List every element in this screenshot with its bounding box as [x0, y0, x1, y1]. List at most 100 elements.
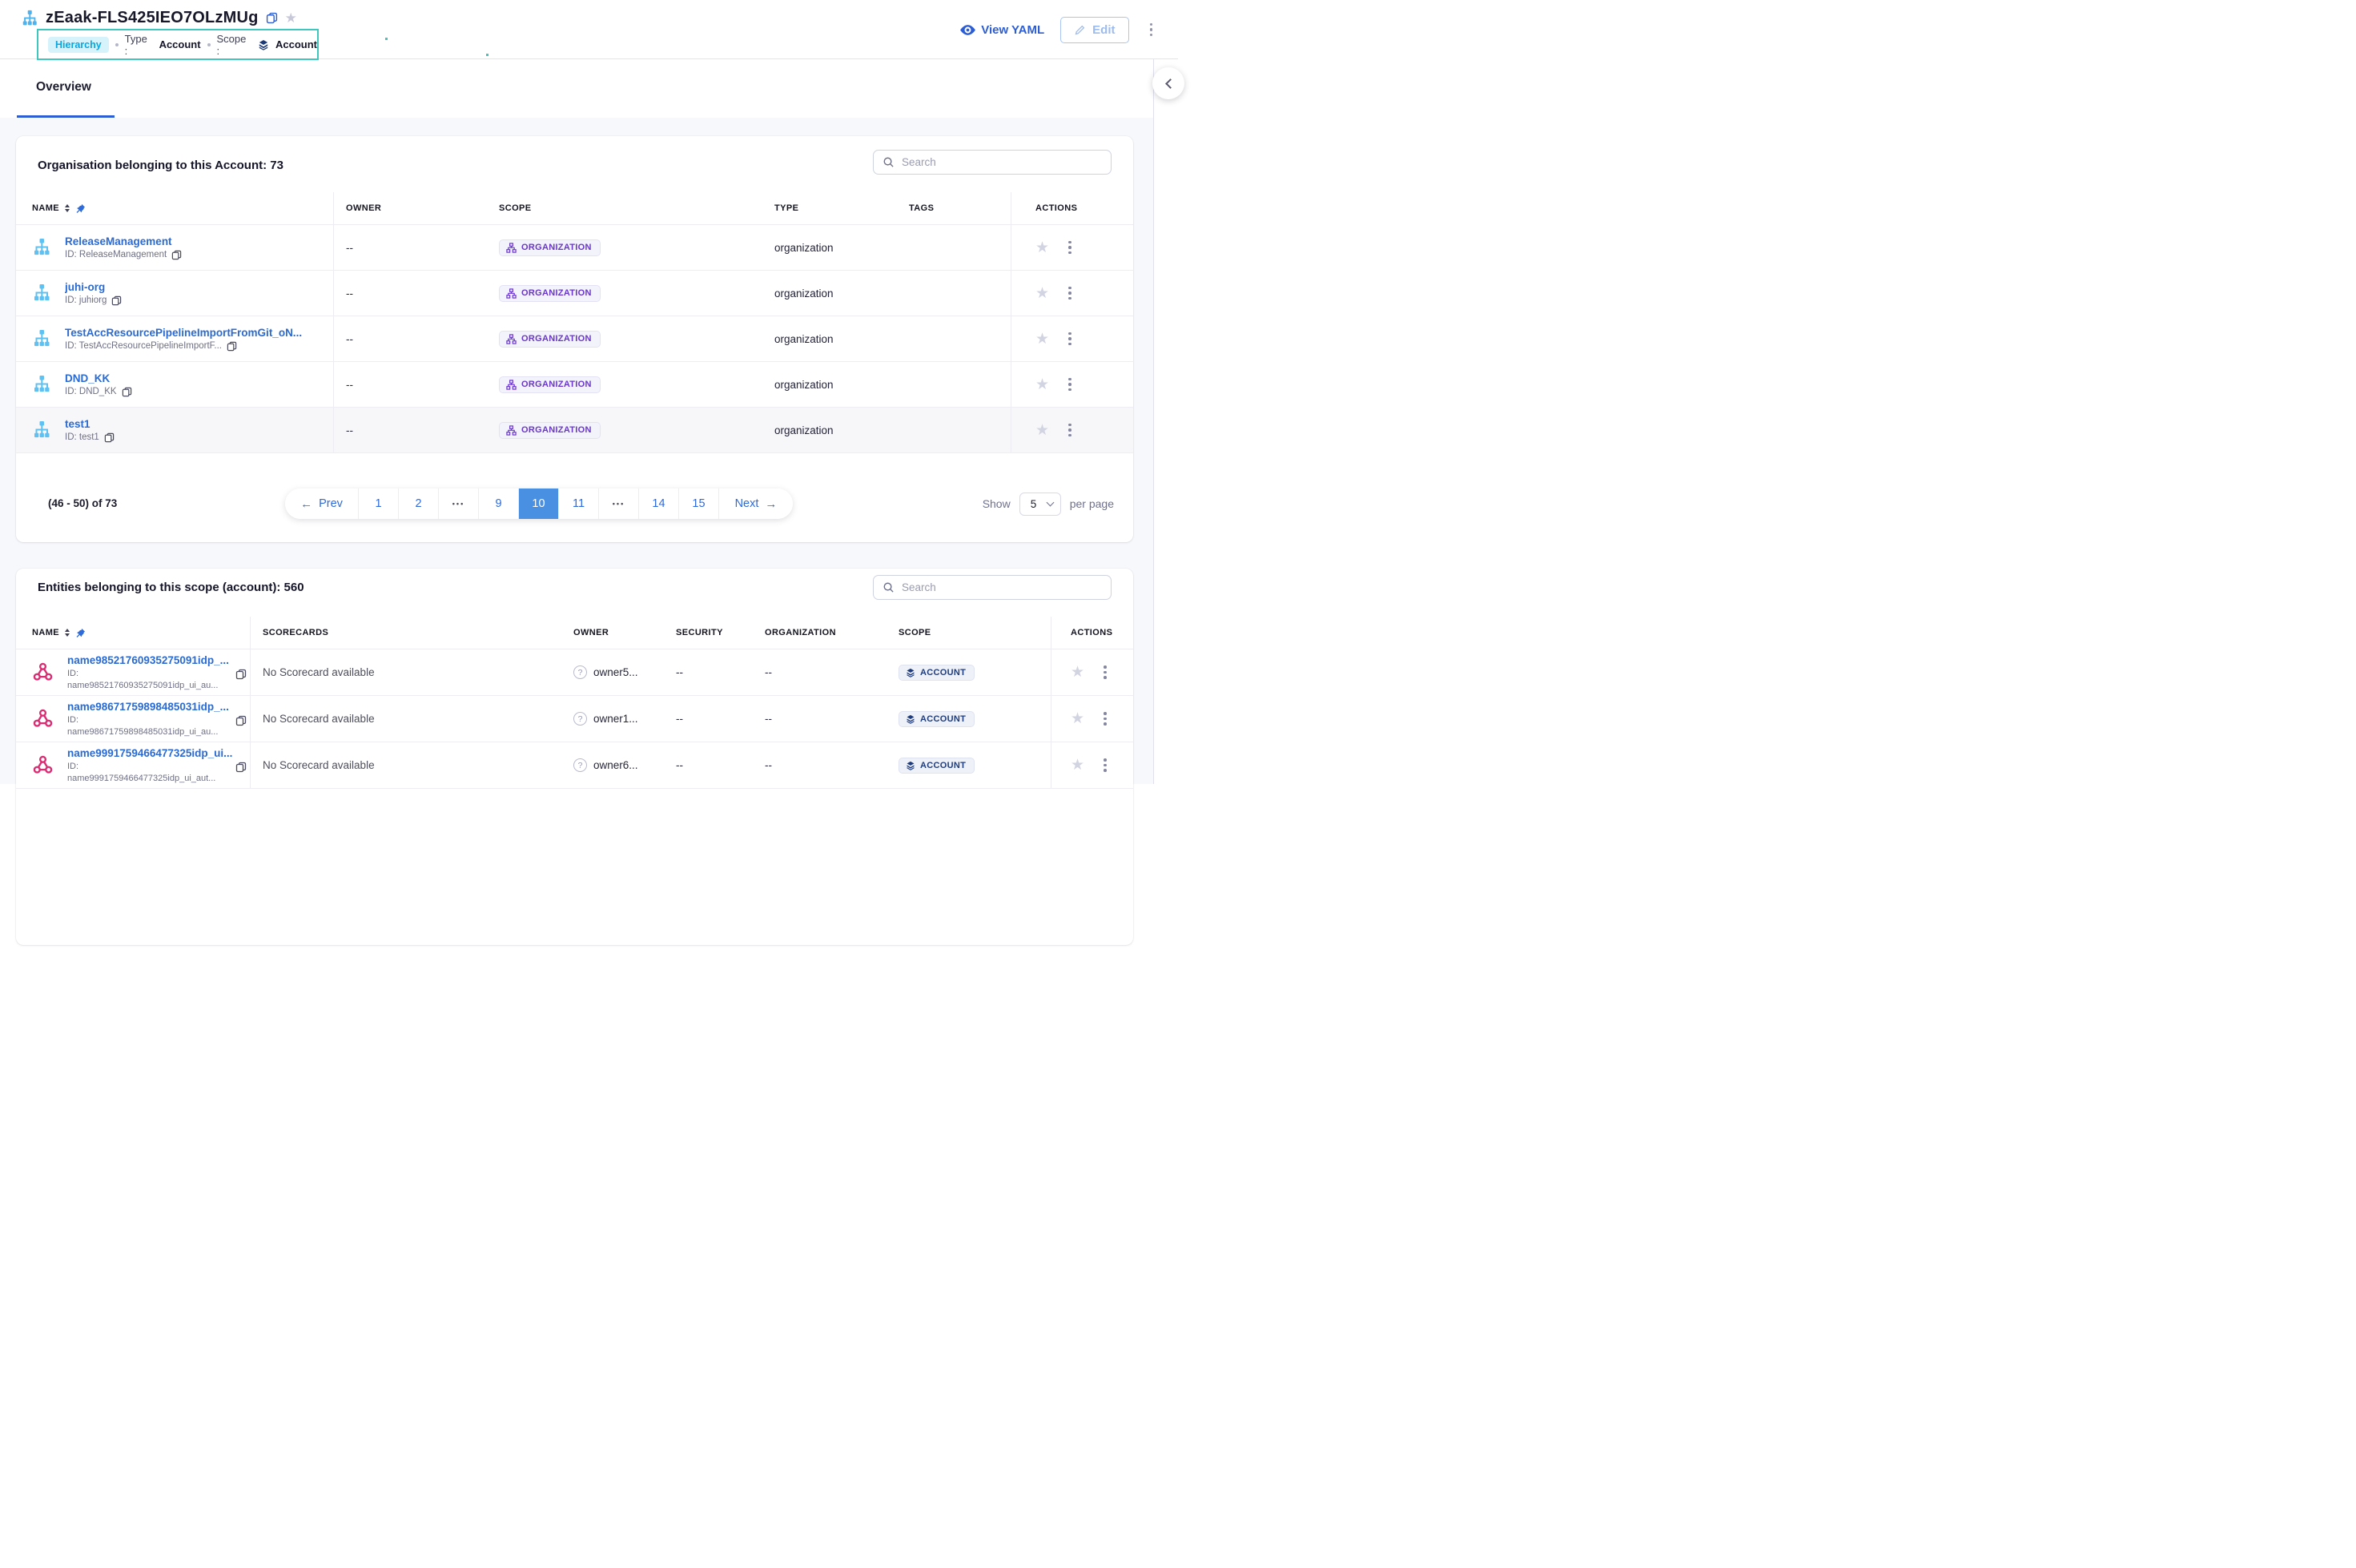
owner-value: owner6...	[593, 759, 638, 771]
prev-page-button[interactable]: ←Prev	[285, 488, 359, 519]
star-icon[interactable]: ★	[1035, 240, 1049, 255]
row-kebab-menu[interactable]	[1099, 662, 1112, 682]
scorecards-value: No Scorecard available	[263, 666, 375, 678]
entities-search-input[interactable]	[902, 581, 1102, 593]
pin-icon[interactable]	[75, 628, 86, 638]
org-id: ID: juhiorg	[65, 296, 107, 305]
org-name-link[interactable]: juhi-org	[65, 281, 122, 293]
org-id: ID: DND_KK	[65, 387, 117, 396]
entity-id-label: ID:	[67, 715, 229, 725]
star-icon[interactable]: ★	[1035, 377, 1049, 392]
header-kebab-menu[interactable]	[1145, 20, 1158, 40]
page-button[interactable]: 2	[399, 488, 439, 519]
table-row[interactable]: ReleaseManagement ID: ReleaseManagement …	[16, 225, 1133, 271]
page-button-active[interactable]: 10	[519, 488, 559, 519]
scorecards-value: No Scorecard available	[263, 713, 375, 725]
collapse-panel-button[interactable]	[1152, 67, 1184, 99]
page-ellipsis[interactable]: •••	[599, 488, 639, 519]
row-kebab-menu[interactable]	[1063, 420, 1076, 440]
copy-icon[interactable]	[104, 432, 115, 443]
org-name-link[interactable]: ReleaseManagement	[65, 235, 182, 247]
view-yaml-button[interactable]: View YAML	[960, 23, 1044, 37]
layers-icon	[906, 668, 915, 677]
pagination: (46 - 50) of 73 ←Prev 1 2 ••• 9 10 11 ••…	[16, 488, 1133, 519]
table-row[interactable]: DND_KK ID: DND_KK -- ORGANIZATION organi…	[16, 362, 1133, 408]
edit-button[interactable]: Edit	[1060, 17, 1128, 43]
tags-cell	[897, 362, 1011, 407]
type-value: Account	[159, 38, 201, 50]
type-value: organization	[774, 287, 834, 300]
page-button[interactable]: 14	[639, 488, 679, 519]
copy-icon[interactable]	[111, 296, 122, 306]
entities-search[interactable]	[873, 575, 1112, 600]
next-page-button[interactable]: Next→	[719, 488, 793, 519]
tags-cell	[897, 408, 1011, 452]
page-button[interactable]: 1	[359, 488, 399, 519]
page-title: zEaak-FLS425IEO7OLzMUg	[46, 9, 259, 27]
page-button[interactable]: 11	[559, 488, 599, 519]
entity-name-link[interactable]: name9991759466477325idp_ui...	[67, 747, 232, 759]
table-row[interactable]: name9991759466477325idp_ui... ID: name99…	[16, 742, 1133, 789]
copy-icon[interactable]	[235, 669, 247, 680]
artifact-dot	[486, 54, 488, 56]
component-icon	[32, 754, 54, 776]
entities-title: Entities belonging to this scope (accoun…	[38, 581, 304, 594]
org-chart-icon	[506, 288, 517, 299]
per-page-select[interactable]: 5	[1019, 493, 1061, 516]
entity-id-label: ID:	[67, 669, 229, 678]
copy-icon[interactable]	[227, 341, 237, 352]
org-search[interactable]	[873, 150, 1112, 175]
tags-cell	[897, 225, 1011, 270]
copy-icon[interactable]	[235, 715, 247, 726]
type-value: organization	[774, 379, 834, 391]
page-ellipsis[interactable]: •••	[439, 488, 479, 519]
page-button[interactable]: 9	[479, 488, 519, 519]
pin-icon[interactable]	[75, 203, 86, 214]
org-search-input[interactable]	[902, 156, 1102, 168]
row-kebab-menu[interactable]	[1063, 238, 1076, 258]
star-icon[interactable]: ★	[1071, 711, 1084, 726]
copy-icon[interactable]	[235, 762, 247, 773]
org-name-link[interactable]: test1	[65, 418, 115, 430]
row-kebab-menu[interactable]	[1063, 329, 1076, 349]
star-icon[interactable]: ★	[1035, 423, 1049, 438]
entity-id: name98671759898485031idp_ui_au...	[67, 727, 229, 737]
row-kebab-menu[interactable]	[1063, 283, 1076, 304]
table-row[interactable]: name98521760935275091idp_... ID: name985…	[16, 649, 1133, 696]
hierarchy-badge[interactable]: Hierarchy	[48, 37, 109, 53]
row-kebab-menu[interactable]	[1099, 755, 1112, 775]
tab-overview[interactable]: Overview	[17, 59, 115, 118]
type-value: organization	[774, 424, 834, 436]
scope-badge: ORGANIZATION	[499, 239, 601, 256]
unknown-owner-icon	[573, 665, 587, 679]
search-icon	[882, 156, 895, 168]
star-icon[interactable]: ★	[1035, 286, 1049, 301]
org-name-link[interactable]: TestAccResourcePipelineImportFromGit_oN.…	[65, 327, 302, 339]
table-row[interactable]: juhi-org ID: juhiorg -- ORGANIZATION org…	[16, 271, 1133, 316]
org-name-link[interactable]: DND_KK	[65, 372, 132, 384]
scope-badge: ORGANIZATION	[499, 376, 601, 393]
favorite-star-icon[interactable]: ★	[285, 11, 297, 25]
table-row[interactable]: test1 ID: test1 -- ORGANIZATION organiza…	[16, 408, 1133, 453]
sort-icon[interactable]	[65, 629, 70, 637]
copy-icon[interactable]	[266, 12, 278, 24]
org-chart-icon	[506, 334, 517, 344]
star-icon[interactable]: ★	[1071, 665, 1084, 680]
entity-name-link[interactable]: name98671759898485031idp_...	[67, 701, 229, 713]
org-chart-icon	[506, 243, 517, 253]
table-row[interactable]: name98671759898485031idp_... ID: name986…	[16, 696, 1133, 742]
table-row[interactable]: TestAccResourcePipelineImportFromGit_oN.…	[16, 316, 1133, 362]
organization-value: --	[765, 713, 772, 725]
page-button[interactable]: 15	[679, 488, 719, 519]
row-kebab-menu[interactable]	[1063, 375, 1076, 395]
row-kebab-menu[interactable]	[1099, 709, 1112, 729]
org-id: ID: ReleaseManagement	[65, 250, 167, 259]
owner-value: --	[346, 242, 353, 254]
entity-name-link[interactable]: name98521760935275091idp_...	[67, 654, 229, 666]
star-icon[interactable]: ★	[1071, 758, 1084, 773]
star-icon[interactable]: ★	[1035, 332, 1049, 347]
copy-icon[interactable]	[171, 250, 182, 260]
copy-icon[interactable]	[122, 387, 132, 397]
eye-icon	[960, 24, 975, 36]
sort-icon[interactable]	[65, 204, 70, 212]
